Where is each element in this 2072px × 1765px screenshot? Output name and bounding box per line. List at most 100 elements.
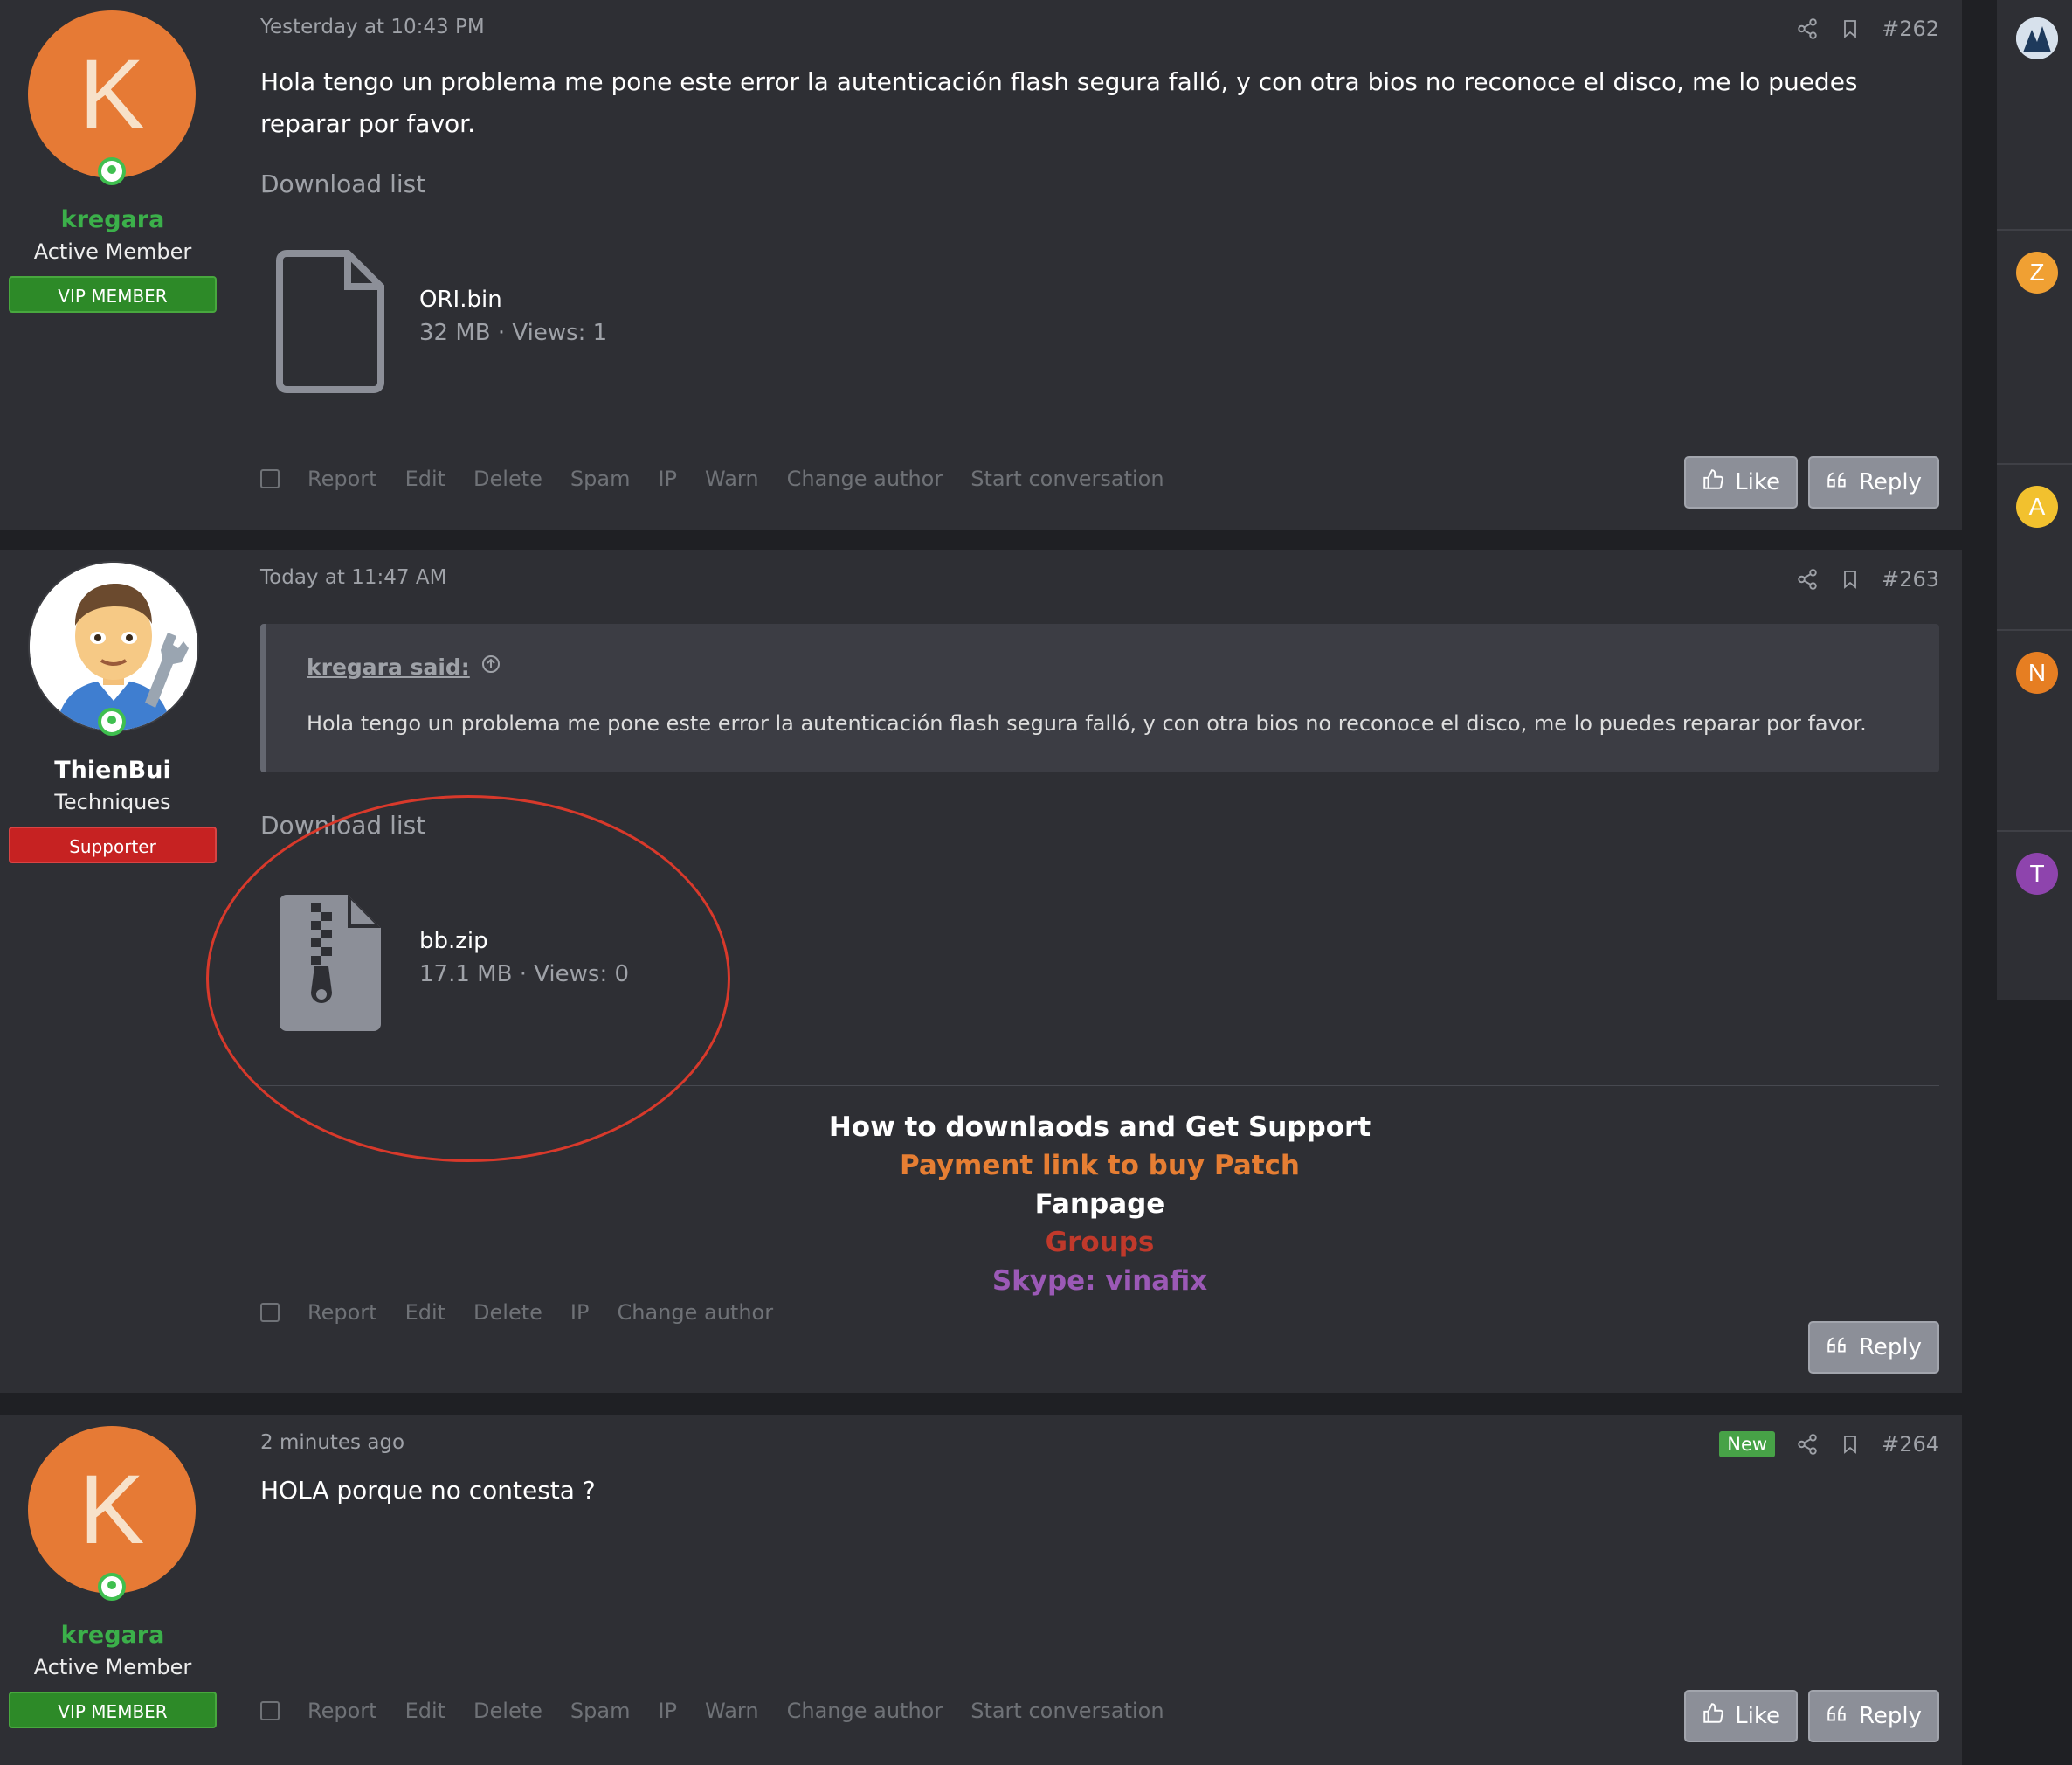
post-buttons: Reply	[1807, 1321, 1939, 1374]
user-banner: VIP MEMBER	[9, 276, 217, 313]
bookmark-icon[interactable]	[1840, 568, 1861, 591]
reply-label: Reply	[1858, 1703, 1922, 1729]
post-date[interactable]: Yesterday at 10:43 PM	[260, 16, 485, 38]
start-conversation-link[interactable]: Start conversation	[970, 1699, 1164, 1723]
warn-link[interactable]: Warn	[705, 467, 759, 491]
post-meta: New #264	[1719, 1429, 1939, 1459]
sidebar-divider	[1997, 463, 2072, 465]
sidebar-avatar-n[interactable]: N	[2016, 652, 2058, 694]
username[interactable]: kregara	[0, 1622, 225, 1649]
user-pane: ThienBui Techniques Supporter	[0, 550, 225, 1393]
sidebar-avatar-image[interactable]	[2016, 17, 2058, 59]
arrow-up-circle-icon[interactable]	[480, 654, 501, 680]
reply-button[interactable]: Reply	[1807, 1321, 1939, 1374]
post-buttons: Like Reply	[1684, 1690, 1939, 1742]
reply-button[interactable]: Reply	[1807, 456, 1939, 509]
avatar[interactable]	[28, 561, 199, 732]
attachment-name[interactable]: ORI.bin	[419, 287, 502, 313]
post-264: K kregara Active Member VIP MEMBER 2 min…	[0, 1415, 1962, 1765]
quote-author-label[interactable]: kregara said:	[307, 654, 470, 680]
signature-fanpage-link[interactable]: Fanpage	[260, 1185, 1939, 1223]
file-icon	[276, 250, 384, 397]
change-author-link[interactable]: Change author	[787, 467, 943, 491]
delete-link[interactable]: Delete	[473, 1699, 542, 1723]
post-message: Hola tengo un problema me pone este erro…	[260, 67, 1858, 138]
user-pane: K kregara Active Member VIP MEMBER	[0, 1415, 225, 1765]
attachment[interactable]: ORI.bin 32 MB · Views: 1	[260, 250, 697, 407]
user-pane: K kregara Active Member VIP MEMBER	[0, 0, 225, 530]
quote-icon	[1826, 1333, 1848, 1362]
online-status-icon	[98, 708, 126, 736]
post-date[interactable]: 2 minutes ago	[260, 1431, 404, 1454]
select-checkbox[interactable]	[260, 469, 280, 488]
start-conversation-link[interactable]: Start conversation	[970, 467, 1164, 491]
edit-link[interactable]: Edit	[405, 1699, 445, 1723]
edit-link[interactable]: Edit	[405, 1300, 445, 1325]
signature-skype-link[interactable]: Skype: vinafix	[260, 1262, 1939, 1300]
post-263: ThienBui Techniques Supporter Today at 1…	[0, 550, 1962, 1393]
quote-author[interactable]: kregara said:	[307, 654, 501, 680]
select-checkbox[interactable]	[260, 1303, 280, 1322]
post-number[interactable]: #264	[1882, 1432, 1939, 1457]
change-author-link[interactable]: Change author	[787, 1699, 943, 1723]
thumbs-up-icon	[1702, 1702, 1724, 1731]
post-date[interactable]: Today at 11:47 AM	[260, 566, 446, 589]
online-status-icon	[98, 1573, 126, 1601]
post-actions: Report Edit Delete Spam IP Warn Change a…	[260, 1699, 1164, 1723]
signature-support-link[interactable]: How to downlaods and Get Support	[260, 1108, 1939, 1146]
user-banner: VIP MEMBER	[9, 1692, 217, 1728]
spam-link[interactable]: Spam	[570, 467, 631, 491]
user-title: Active Member	[33, 239, 192, 264]
post-buttons: Like Reply	[1684, 456, 1939, 509]
share-icon[interactable]	[1796, 1433, 1819, 1456]
attachment-meta: 17.1 MB · Views: 0	[419, 961, 630, 987]
report-link[interactable]: Report	[307, 467, 377, 491]
user-title: Active Member	[33, 1655, 192, 1679]
avatar[interactable]: K	[28, 1426, 196, 1594]
ip-link[interactable]: IP	[658, 1699, 677, 1723]
attachment[interactable]: bb.zip 17.1 MB · Views: 0	[260, 891, 697, 1049]
quote-text: Hola tengo un problema me pone este erro…	[307, 711, 1867, 736]
share-icon[interactable]	[1796, 17, 1819, 40]
sidebar-avatar-a[interactable]: A	[2016, 486, 2058, 528]
avatar[interactable]: K	[28, 10, 196, 178]
sidebar-divider	[1997, 229, 2072, 231]
post-number[interactable]: #262	[1882, 17, 1939, 41]
like-label: Like	[1735, 1703, 1780, 1729]
reply-button[interactable]: Reply	[1807, 1690, 1939, 1742]
edit-link[interactable]: Edit	[405, 467, 445, 491]
post-number[interactable]: #263	[1882, 567, 1939, 592]
sidebar-avatar-z[interactable]: Z	[2016, 252, 2058, 294]
quote-icon	[1826, 468, 1848, 497]
username[interactable]: kregara	[0, 206, 225, 233]
ip-link[interactable]: IP	[570, 1300, 590, 1325]
report-link[interactable]: Report	[307, 1300, 377, 1325]
ip-link[interactable]: IP	[658, 467, 677, 491]
like-button[interactable]: Like	[1684, 1690, 1798, 1742]
delete-link[interactable]: Delete	[473, 1300, 542, 1325]
username[interactable]: ThienBui	[0, 757, 225, 784]
signature-payment-link[interactable]: Payment link to buy Patch	[260, 1146, 1939, 1185]
sidebar-avatar-t[interactable]: T	[2016, 853, 2058, 895]
spam-link[interactable]: Spam	[570, 1699, 631, 1723]
attachment-meta: 32 MB · Views: 1	[419, 320, 608, 346]
post-actions: Report Edit Delete Spam IP Warn Change a…	[260, 467, 1164, 491]
warn-link[interactable]: Warn	[705, 1699, 759, 1723]
download-list-title: Download list	[260, 170, 426, 198]
bookmark-icon[interactable]	[1840, 17, 1861, 40]
post-meta: #263	[1796, 564, 1939, 594]
like-label: Like	[1735, 469, 1780, 495]
like-button[interactable]: Like	[1684, 456, 1798, 509]
post-meta: #262	[1796, 14, 1939, 44]
signature-divider	[260, 1085, 1939, 1086]
bookmark-icon[interactable]	[1840, 1433, 1861, 1456]
delete-link[interactable]: Delete	[473, 467, 542, 491]
share-icon[interactable]	[1796, 568, 1819, 591]
select-checkbox[interactable]	[260, 1701, 280, 1720]
signature-groups-link[interactable]: Groups	[260, 1223, 1939, 1262]
report-link[interactable]: Report	[307, 1699, 377, 1723]
change-author-link[interactable]: Change author	[617, 1300, 773, 1325]
attachment-name[interactable]: bb.zip	[419, 928, 488, 954]
signature: How to downlaods and Get Support Payment…	[260, 1108, 1939, 1300]
quote-block: kregara said: Hola tengo un problema me …	[260, 624, 1939, 772]
